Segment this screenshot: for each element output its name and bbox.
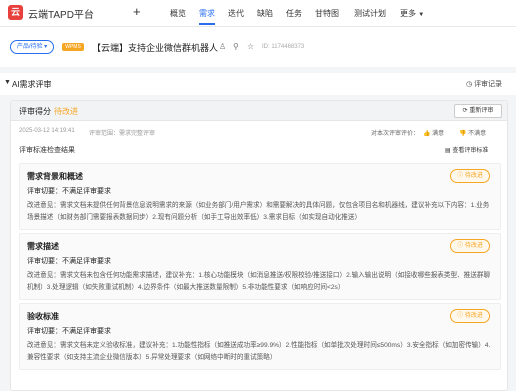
view-standard-label: 查看评审标准 — [452, 148, 489, 154]
info-icon: ⓘ — [457, 313, 464, 319]
review-item-verdict: 评审切要：不满足评审要求 — [27, 188, 111, 195]
nav-gantt[interactable]: 甘特图 — [315, 8, 339, 19]
dislike-button[interactable]: 👎 不满意 — [459, 128, 486, 137]
review-item-title: 验收标准 — [27, 312, 59, 321]
section-title: AI需求评审 — [12, 80, 52, 89]
feedback-label: 对本次评审评价： — [371, 131, 420, 137]
score-label: 评审得分 — [19, 107, 51, 116]
dislike-label: 不满意 — [468, 131, 487, 137]
thumbs-up-icon: 👍 — [423, 131, 431, 137]
status-badge: ⓘ 待改进 — [450, 309, 490, 323]
review-history-label: 评审记录 — [474, 81, 503, 88]
review-item-verdict: 评审切要：不满足评审要求 — [27, 258, 111, 265]
review-item: 需求背景和概述 ⓘ 待改进 评审切要：不满足评审要求 改进意见：需求文档未提供任… — [19, 163, 501, 230]
review-time: 2025-03-12 14:19:41 — [19, 128, 75, 134]
review-history-button[interactable]: ◷ 评审记录 — [466, 79, 502, 89]
results-label: 评审标准检查结果 — [19, 147, 75, 154]
thumbs-down-icon: 👎 — [459, 131, 467, 137]
product-select[interactable]: 产品/待验 ▾ — [10, 40, 54, 54]
review-item-verdict: 评审切要：不满足评审要求 — [27, 328, 111, 335]
info-icon: ⓘ — [457, 243, 464, 249]
review-item-title: 需求背景和概述 — [27, 172, 83, 181]
ai-review-section-header: ▼ AI需求评审 ◷ 评审记录 — [0, 73, 516, 95]
refresh-icon: ⟳ — [462, 108, 468, 114]
score-value: 待改进 — [54, 107, 78, 116]
requirement-title: 【云端】支持企业微信群机器人 — [92, 43, 219, 53]
link-icon[interactable]: ⚲ — [233, 42, 239, 51]
reevaluate-button[interactable]: ⟳ 重新评审 — [454, 104, 502, 118]
nav-more-label: 更多 — [400, 9, 416, 18]
history-icon: ◷ — [466, 81, 473, 88]
status-badge: ⓘ 待改进 — [450, 169, 490, 183]
active-tab-indicator — [199, 23, 215, 25]
reevaluate-label: 重新评审 — [469, 108, 494, 114]
document-icon: ▤ — [445, 148, 451, 154]
view-standard-button[interactable]: ▤ 查看评审标准 — [445, 145, 488, 154]
app-logo-icon[interactable]: 云 — [8, 5, 23, 20]
nav-iterations[interactable]: 迭代 — [228, 8, 244, 19]
top-navigation-bar: 云 云端TAPD平台 + 概览 需求 迭代 缺陷 任务 甘特图 测试计划 更多 … — [0, 0, 516, 27]
requirement-header: 产品/待验 ▾ WPMS 【云端】支持企业微信群机器人 ♙ ⚲ ☆ ID: 11… — [0, 27, 516, 67]
review-result-card: 评审得分 待改进 ⟳ 重新评审 2025-03-12 14:19:41 评审范围… — [10, 100, 508, 391]
like-label: 满意 — [432, 131, 445, 137]
nav-test-plan[interactable]: 测试计划 — [354, 8, 386, 19]
user-icon[interactable]: ♙ — [219, 42, 226, 51]
info-icon: ⓘ — [457, 173, 464, 179]
nav-defects[interactable]: 缺陷 — [257, 8, 273, 19]
nav-tasks[interactable]: 任务 — [286, 8, 302, 19]
add-icon[interactable]: + — [133, 4, 141, 19]
requirement-type-badge: WPMS — [62, 43, 84, 51]
app-name[interactable]: 云端TAPD平台 — [28, 6, 94, 21]
review-item-suggestion: 改进意见：需求文档未定义验收标准，建议补充：1.功能性指标（如推送成功率≥99.… — [27, 342, 491, 361]
nav-overview[interactable]: 概览 — [170, 8, 186, 19]
status-badge-label: 待改进 — [464, 173, 483, 179]
review-item-title: 需求描述 — [27, 242, 59, 251]
status-badge-label: 待改进 — [464, 313, 483, 319]
star-icon[interactable]: ☆ — [247, 42, 254, 51]
review-item: 需求描述 ⓘ 待改进 评审切要：不满足评审要求 改进意见：需求文档未包含任何功能… — [19, 233, 501, 300]
status-badge-label: 待改进 — [464, 243, 483, 249]
status-badge: ⓘ 待改进 — [450, 239, 490, 253]
like-button[interactable]: 👍 满意 — [423, 128, 444, 137]
collapse-icon[interactable]: ▼ — [4, 79, 11, 86]
nav-requirements[interactable]: 需求 — [199, 8, 215, 19]
nav-more[interactable]: 更多 ▼ — [400, 8, 424, 19]
requirement-id: ID: 1174468373 — [262, 44, 305, 50]
score-header: 评审得分 待改进 ⟳ 重新评审 — [11, 101, 507, 121]
review-item-suggestion: 改进意见：需求文档未包含任何功能需求描述，建议补充：1.核心功能模块（如消息推送… — [27, 272, 491, 291]
review-scope: 评审范围：需求完整评审 — [89, 131, 156, 137]
review-item-suggestion: 改进意见：需求文档未提供任何背景信息说明需求的来源（如业务部门/用户需求）和需要… — [27, 202, 490, 221]
review-item: 验收标准 ⓘ 待改进 评审切要：不满足评审要求 改进意见：需求文档未定义验收标准… — [19, 303, 501, 370]
chevron-down-icon: ▼ — [418, 12, 425, 18]
